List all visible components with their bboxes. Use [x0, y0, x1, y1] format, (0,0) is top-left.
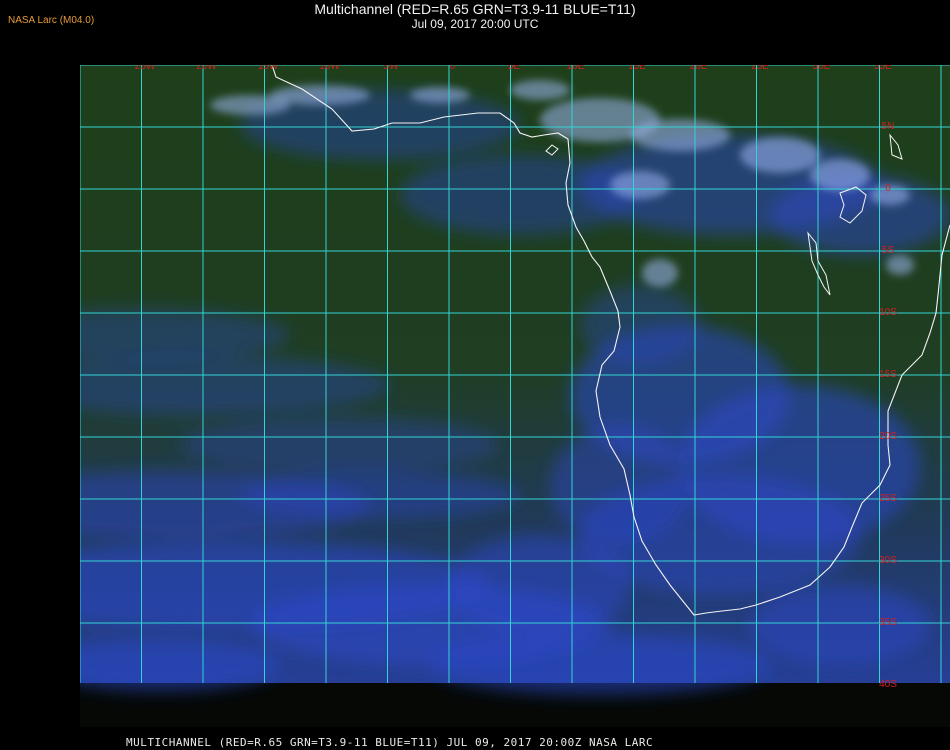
- longitude-label: 10W: [319, 65, 340, 72]
- cloud-blob: [770, 175, 950, 255]
- latitude-label: 15S: [879, 369, 897, 380]
- longitude-label: 25E: [751, 65, 769, 72]
- longitude-label: 5E: [508, 65, 521, 72]
- longitude-label: 35E: [874, 65, 892, 72]
- satellite-map-panel: 25W 20W 15W 10W 5W 0 5E 10E 15E 20E 25E 30E 35E 5N 0 5S…: [80, 65, 950, 727]
- latitude-label: 0: [885, 183, 891, 194]
- cloud-blob: [450, 535, 630, 635]
- footer-bar: MULTICHANNEL (RED=R.65 GRN=T3.9-11 BLUE=…: [0, 735, 950, 750]
- satellite-map: 25W 20W 15W 10W 5W 0 5E 10E 15E 20E 25E 30E 35E 5N 0 5S…: [80, 65, 950, 727]
- cloud-blob: [240, 471, 520, 519]
- image-title-block: Multichannel (RED=R.65 GRN=T3.9-11 BLUE=…: [0, 2, 950, 32]
- longitude-label: 5W: [384, 65, 400, 72]
- image-timestamp: Jul 09, 2017 20:00 UTC: [411, 17, 539, 31]
- latitude-label: 30S: [879, 555, 897, 566]
- longitude-label: 25W: [135, 65, 156, 72]
- high-cloud-blob: [630, 119, 730, 151]
- image-title: Multichannel (RED=R.65 GRN=T3.9-11 BLUE=…: [314, 1, 636, 17]
- longitude-label: 15W: [258, 65, 279, 72]
- cloud-blob: [550, 425, 690, 545]
- cloud-blob: [430, 635, 770, 695]
- latitude-label: 35S: [879, 617, 897, 628]
- high-cloud-blob: [410, 87, 470, 103]
- cloud-blob: [580, 285, 700, 365]
- high-cloud-blob: [740, 137, 820, 173]
- footer-caption: MULTICHANNEL (RED=R.65 GRN=T3.9-11 BLUE=…: [126, 736, 654, 749]
- longitude-label: 15E: [628, 65, 646, 72]
- high-cloud-blob: [610, 171, 670, 199]
- high-cloud-blob: [510, 80, 570, 100]
- longitude-label: 20E: [690, 65, 708, 72]
- longitude-label: 30E: [813, 65, 831, 72]
- high-cloud-blob: [270, 85, 370, 105]
- high-cloud-blob: [886, 255, 914, 275]
- latitude-label: 40S: [879, 679, 897, 690]
- longitude-label: 0: [450, 65, 456, 72]
- latitude-label: 20S: [879, 431, 897, 442]
- latitude-label: 5S: [882, 245, 895, 256]
- latitude-label: 25S: [879, 493, 897, 504]
- cloud-blob: [750, 585, 930, 665]
- latitude-label: 5N: [882, 121, 895, 132]
- high-cloud-blob: [642, 259, 678, 287]
- longitude-label: 10E: [567, 65, 585, 72]
- latitude-label: 10S: [879, 307, 897, 318]
- high-cloud-blob: [810, 159, 870, 191]
- cloud-blob: [180, 417, 500, 473]
- longitude-label: 20W: [196, 65, 217, 72]
